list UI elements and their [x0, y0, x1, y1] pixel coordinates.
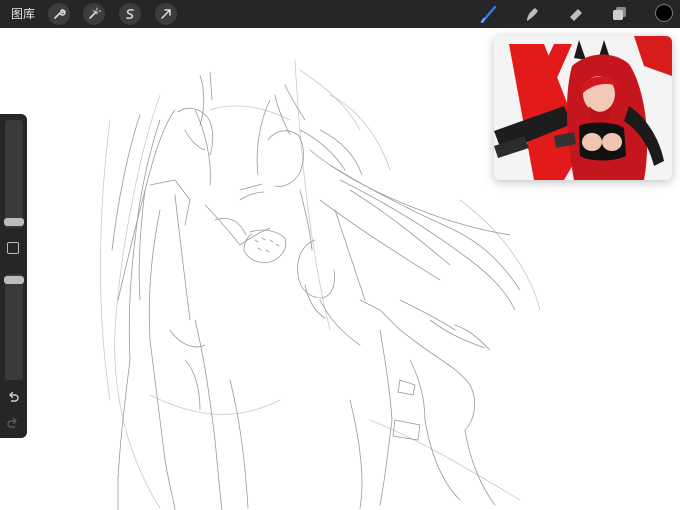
brush-size-thumb[interactable]: [4, 218, 24, 226]
wrench-icon[interactable]: [48, 3, 70, 25]
undo-icon[interactable]: [6, 390, 20, 404]
magic-wand-icon[interactable]: [83, 3, 105, 25]
color-picker-swatch[interactable]: [655, 4, 673, 22]
left-sidebar: [0, 114, 27, 438]
redo-icon[interactable]: [6, 416, 20, 430]
opacity-thumb[interactable]: [4, 276, 24, 284]
smudge-icon[interactable]: [522, 4, 542, 24]
reference-image: [494, 36, 672, 180]
reference-window[interactable]: [494, 36, 672, 180]
brush-icon[interactable]: [479, 4, 499, 24]
opacity-slider[interactable]: [4, 274, 24, 380]
modify-button[interactable]: [7, 242, 19, 254]
top-toolbar: 图库: [0, 0, 680, 28]
selection-icon[interactable]: [119, 3, 141, 25]
brush-size-slider[interactable]: [4, 120, 24, 228]
gallery-button[interactable]: 图库: [11, 6, 35, 22]
layers-icon[interactable]: [610, 4, 630, 24]
transform-arrow-icon[interactable]: [155, 3, 177, 25]
eraser-icon[interactable]: [566, 4, 586, 24]
